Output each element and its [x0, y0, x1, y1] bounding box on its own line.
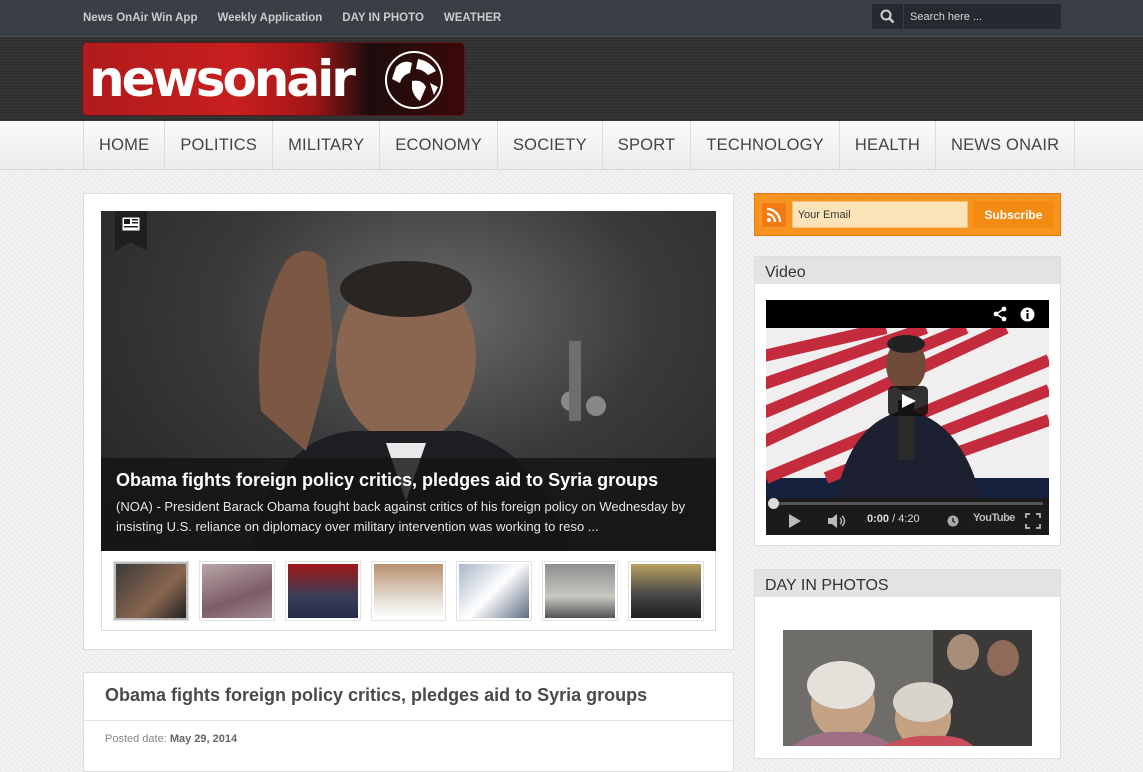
- featured-slider[interactable]: Obama fights foreign policy critics, ple…: [101, 211, 716, 551]
- article-date: Posted date: May 29, 2014: [105, 733, 237, 745]
- subscribe-button[interactable]: Subscribe: [972, 201, 1054, 228]
- rss-icon: [766, 207, 781, 222]
- nav-item-society[interactable]: SOCIETY: [498, 121, 603, 169]
- slider-caption: Obama fights foreign policy critics, ple…: [101, 458, 716, 551]
- nav-item-health[interactable]: HEALTH: [840, 121, 936, 169]
- email-field[interactable]: [791, 201, 968, 228]
- thumbnail-6[interactable]: [542, 561, 619, 621]
- nav-item-sport[interactable]: SPORT: [603, 121, 692, 169]
- search-icon: [880, 9, 895, 24]
- day-photo-art: [783, 630, 1032, 746]
- thumbnail-4[interactable]: [370, 561, 447, 621]
- video-player[interactable]: 0:00 / 4:20 YouTube: [766, 300, 1049, 535]
- slider-thumbnails: [101, 551, 716, 631]
- top-link-weather[interactable]: WEATHER: [444, 12, 501, 24]
- top-links: News OnAir Win App Weekly Application DA…: [83, 0, 501, 36]
- youtube-logo[interactable]: YouTube: [973, 512, 1015, 524]
- day-photo[interactable]: [783, 630, 1032, 746]
- article-title[interactable]: Obama fights foreign policy critics, ple…: [105, 685, 647, 706]
- slider-excerpt: (NOA) - President Barack Obama fought ba…: [116, 499, 686, 534]
- share-icon[interactable]: [992, 306, 1008, 322]
- top-search: [872, 4, 1061, 29]
- top-link-day-in-photo[interactable]: DAY IN PHOTO: [342, 12, 424, 24]
- date-label: Posted date:: [105, 733, 167, 745]
- play-icon[interactable]: [788, 514, 802, 528]
- logo-text: newsonair: [89, 50, 356, 108]
- video-widget-title: Video: [755, 257, 1060, 287]
- nav-item-technology[interactable]: TECHNOLOGY: [691, 121, 840, 169]
- volume-icon[interactable]: [828, 514, 848, 528]
- video-controls: 0:00 / 4:20 YouTube: [766, 498, 1049, 535]
- site-logo[interactable]: newsonair: [83, 43, 464, 115]
- progress-bar[interactable]: [772, 502, 1043, 505]
- slider-title[interactable]: Obama fights foreign policy critics, ple…: [116, 470, 701, 491]
- nav-item-military[interactable]: MILITARY: [273, 121, 381, 169]
- search-input[interactable]: [904, 4, 1061, 29]
- progress-handle[interactable]: [768, 498, 779, 509]
- time-current: 0:00: [867, 513, 890, 525]
- thumbnail-3[interactable]: [284, 561, 361, 621]
- thumbnail-1[interactable]: [113, 561, 189, 621]
- play-overlay: [888, 386, 928, 416]
- thumbnail-2[interactable]: [198, 561, 275, 621]
- time-separator: /: [889, 513, 899, 525]
- nav-item-economy[interactable]: ECONOMY: [380, 121, 498, 169]
- video-thumbnail: [766, 300, 1049, 498]
- top-link-weekly-app[interactable]: Weekly Application: [217, 12, 322, 24]
- time-total: 4:20: [898, 513, 920, 525]
- top-bar: News OnAir Win App Weekly Application DA…: [0, 0, 1143, 36]
- date-value: May 29, 2014: [169, 733, 238, 745]
- top-link-win-app[interactable]: News OnAir Win App: [83, 12, 197, 24]
- info-icon[interactable]: [1020, 307, 1035, 322]
- video-time: 0:00 / 4:20: [867, 513, 920, 525]
- newspaper-icon: [122, 217, 140, 231]
- nav-item-news-onair[interactable]: NEWS ONAIR: [936, 121, 1076, 169]
- subscribe-box: Subscribe: [754, 193, 1061, 236]
- globe-icon: [385, 51, 443, 109]
- article-card: Obama fights foreign policy critics, ple…: [83, 672, 734, 772]
- thumbnail-5[interactable]: [456, 561, 533, 621]
- main-nav: HOME POLITICS MILITARY ECONOMY SOCIETY S…: [0, 121, 1143, 170]
- fullscreen-icon[interactable]: [1025, 513, 1041, 529]
- thumbnail-7[interactable]: [628, 561, 705, 621]
- nav-item-home[interactable]: HOME: [84, 121, 166, 169]
- photos-widget-title: DAY IN PHOTOS: [755, 570, 1060, 600]
- search-button[interactable]: [872, 4, 904, 29]
- rss-button[interactable]: [761, 201, 787, 228]
- clock-icon[interactable]: [947, 515, 959, 527]
- site-header: newsonair: [0, 36, 1143, 121]
- divider: [84, 720, 733, 721]
- nav-item-politics[interactable]: POLITICS: [165, 121, 274, 169]
